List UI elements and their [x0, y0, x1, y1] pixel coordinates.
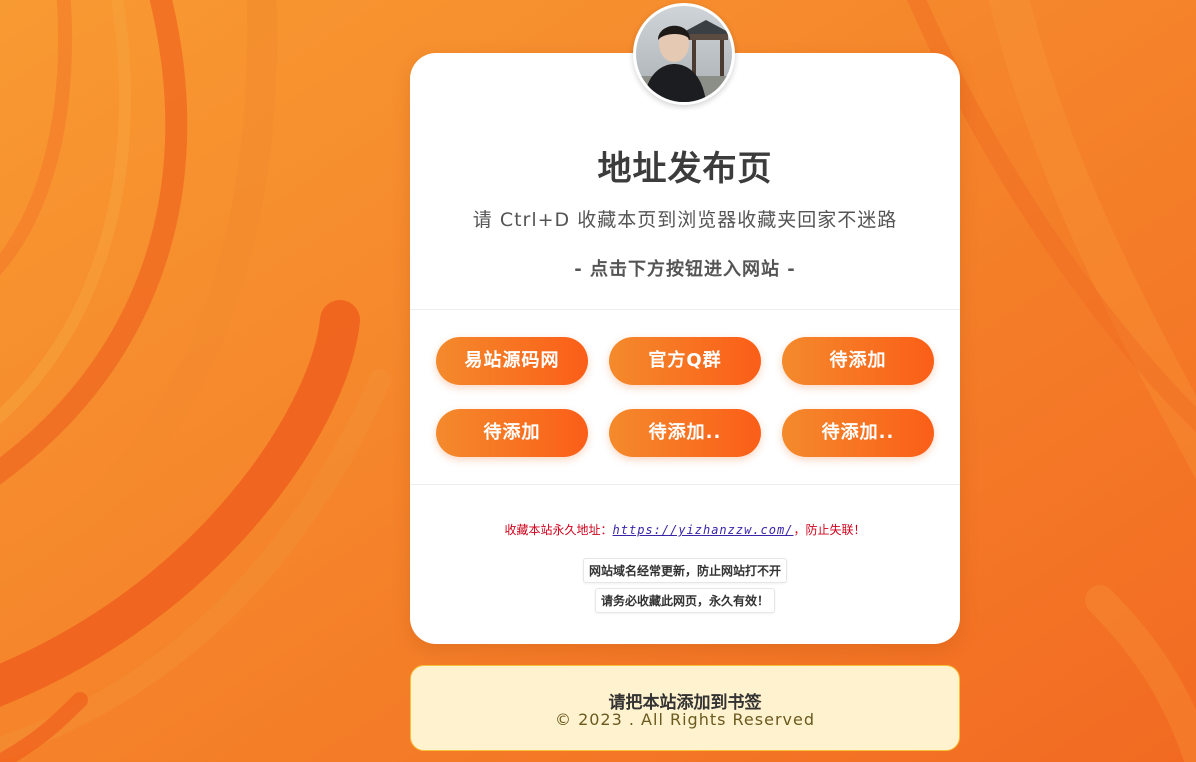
permanent-address-prefix: 收藏本站永久地址： [504, 523, 613, 537]
site-button-yizhan[interactable]: 易站源码网 [436, 337, 588, 385]
permanent-address-suffix: ，防止失联！ [793, 523, 866, 537]
site-button-placeholder[interactable]: 待添加.. [609, 409, 761, 457]
domain-update-notice: 网站域名经常更新，防止网站打不开 [410, 558, 960, 583]
main-card: 地址发布页 请 Ctrl+D 收藏本页到浏览器收藏夹回家不迷路 - 点击下方按钮… [410, 53, 960, 644]
notice-badge: 网站域名经常更新，防止网站打不开 [582, 558, 787, 583]
permanent-address: 收藏本站永久地址：https://yizhanzzw.com/，防止失联！ [410, 521, 960, 538]
permanent-address-link[interactable]: https://yizhanzzw.com/ [613, 523, 794, 537]
site-button-placeholder[interactable]: 待添加.. [782, 409, 934, 457]
site-button-qq-group[interactable]: 官方Q群 [609, 337, 761, 385]
divider [410, 309, 960, 310]
avatar [633, 3, 735, 105]
bookmark-notice: 请务必收藏此网页，永久有效！ [410, 588, 960, 613]
enter-site-hint: - 点击下方按钮进入网站 - [574, 259, 796, 280]
bookmark-instruction: 请 Ctrl+D 收藏本页到浏览器收藏夹回家不迷路 [472, 209, 898, 231]
footer-copyright: © 2023 . All Rights Reserved [554, 710, 815, 729]
divider [410, 484, 960, 485]
footer-box: 请把本站添加到书签 © 2023 . All Rights Reserved [410, 665, 960, 751]
user-photo-icon [636, 6, 732, 102]
site-button-placeholder[interactable]: 待添加 [436, 409, 588, 457]
page-title: 地址发布页 [597, 149, 773, 189]
site-button-placeholder[interactable]: 待添加 [782, 337, 934, 385]
notice-badge: 请务必收藏此网页，永久有效！ [594, 588, 775, 613]
